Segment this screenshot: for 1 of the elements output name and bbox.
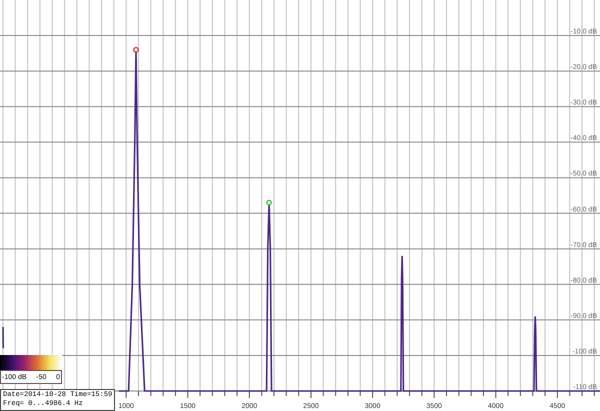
color-scale-bar [0,355,62,370]
